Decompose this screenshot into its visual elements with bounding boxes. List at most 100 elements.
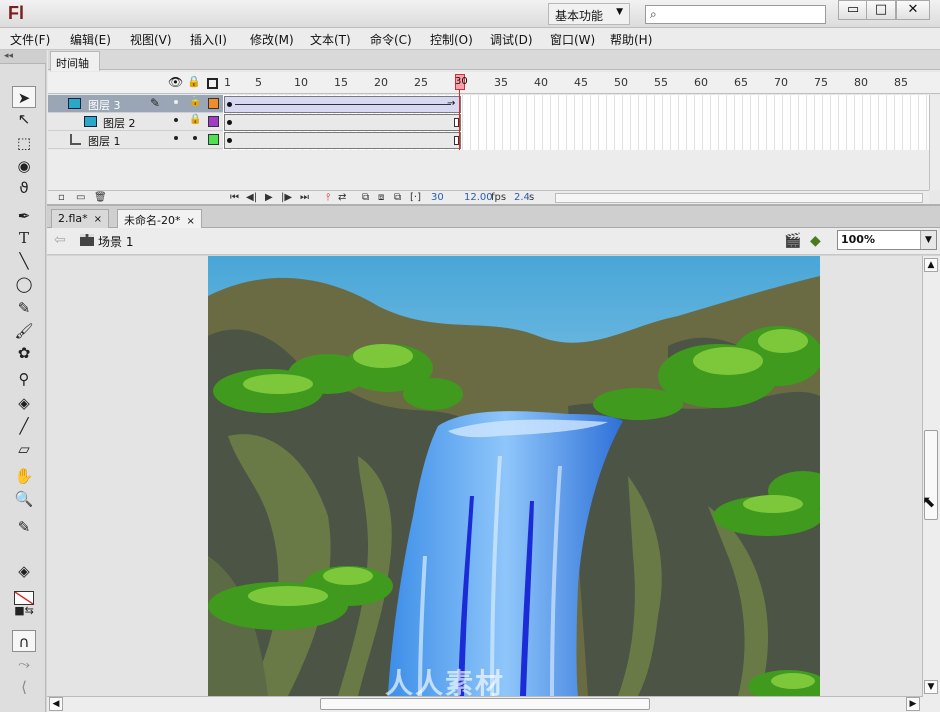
delete-layer-icon[interactable]: 🗑 — [94, 192, 107, 203]
bone-tool-icon[interactable]: ⚲ — [12, 368, 36, 390]
zoom-tool-icon[interactable]: 🔍 — [12, 488, 36, 510]
document-tab-active[interactable]: 未命名-20* × — [117, 209, 202, 228]
play-icon[interactable]: ▶ — [265, 192, 273, 203]
pen-tool-icon[interactable]: ✒ — [12, 205, 36, 227]
onion-outline-icon[interactable]: ⧈ — [378, 192, 384, 203]
layer-row[interactable]: 图层 3 ✎ 🔒 — [48, 95, 223, 113]
frame-number: 80 — [854, 76, 868, 89]
document-tab[interactable]: 2.fla* × — [51, 209, 110, 228]
swap-colors-icon[interactable]: ■⇆ — [12, 600, 36, 622]
edit-symbols-icon[interactable]: ◆ — [810, 233, 821, 249]
layer-color-swatch[interactable] — [208, 116, 219, 127]
eyedropper-tool-icon[interactable]: ╱ — [12, 415, 36, 437]
lock-icon[interactable]: 🔒 — [187, 75, 201, 88]
scroll-up-icon[interactable]: ▲ — [924, 258, 938, 272]
horizontal-scroll-thumb[interactable] — [320, 698, 650, 710]
frame-number: 70 — [774, 76, 788, 89]
fps-value[interactable]: 12.00 — [464, 192, 493, 203]
snap-magnet-icon[interactable]: ∩ — [12, 630, 36, 652]
loop-icon[interactable]: ⇄ — [338, 192, 346, 203]
minimize-button[interactable]: ▭ — [838, 0, 868, 20]
layer-name[interactable]: 图层 3 — [88, 97, 121, 113]
first-frame-icon[interactable]: ⏮ — [230, 192, 239, 203]
elapsed-time-value[interactable]: 2.4 — [514, 192, 530, 203]
close-tab-icon[interactable]: × — [94, 214, 102, 225]
pencil-tool-icon[interactable]: ✎ — [12, 297, 36, 319]
frame-span[interactable] — [224, 114, 461, 131]
timeline-horizontal-scrollbar[interactable] — [555, 193, 923, 203]
menu-help[interactable]: 帮助(H) — [610, 31, 652, 48]
edit-multiple-frames-icon[interactable]: ⧉ — [394, 192, 401, 203]
menu-view[interactable]: 视图(V) — [130, 31, 172, 48]
scene-breadcrumb[interactable]: 场景 1 — [98, 233, 133, 250]
menu-edit[interactable]: 编辑(E) — [70, 31, 111, 48]
zoom-select[interactable]: 100% ▼ — [837, 230, 937, 250]
tween-span[interactable]: → — [224, 96, 461, 113]
selection-tool-icon[interactable]: ➤ — [12, 86, 36, 108]
layer-color-swatch[interactable] — [208, 134, 219, 145]
menu-window[interactable]: 窗口(W) — [550, 31, 595, 48]
document-tabs: 2.fla* × 未命名-20* × — [47, 206, 940, 228]
text-tool-icon[interactable]: T — [12, 227, 36, 249]
layer-row[interactable]: 图层 1 — [48, 131, 223, 149]
scroll-left-icon[interactable]: ◀ — [49, 697, 63, 711]
hand-tool-icon[interactable]: ✋ — [12, 465, 36, 487]
subselection-tool-icon[interactable]: ↖ — [12, 108, 36, 130]
tab-timeline[interactable]: 时间轴 — [50, 51, 100, 71]
paint-bucket-tool-icon[interactable]: ◈ — [12, 392, 36, 414]
eraser-tool-icon[interactable]: ▱ — [12, 438, 36, 460]
menu-text[interactable]: 文本(T) — [310, 31, 351, 48]
close-tab-icon[interactable]: × — [186, 216, 194, 227]
panel-collapse-icon[interactable]: ◂◂ — [0, 50, 46, 64]
new-layer-icon[interactable]: ▫ — [58, 192, 65, 203]
current-frame-value[interactable]: 30 — [431, 192, 444, 203]
menu-insert[interactable]: 插入(I) — [190, 31, 227, 48]
smooth-icon[interactable]: ⤳ — [12, 653, 36, 675]
maximize-button[interactable]: □ — [866, 0, 896, 20]
menu-debug[interactable]: 调试(D) — [490, 31, 533, 48]
straighten-icon[interactable]: ⟨ — [12, 676, 36, 698]
layer-name[interactable]: 图层 2 — [103, 115, 136, 131]
mask-layer-icon — [70, 134, 81, 145]
outline-icon[interactable] — [207, 78, 218, 89]
menu-control[interactable]: 控制(O) — [430, 31, 473, 48]
scroll-right-icon[interactable]: ▶ — [906, 697, 920, 711]
frame-number: 45 — [574, 76, 588, 89]
close-button[interactable]: ✕ — [896, 0, 930, 20]
lock-icon[interactable]: 🔒 — [189, 114, 201, 125]
last-frame-icon[interactable]: ⏭ — [300, 192, 309, 203]
workspace-switcher[interactable]: 基本功能 ▼ — [548, 3, 630, 25]
frame-number: 15 — [334, 76, 348, 89]
lock-icon[interactable]: 🔒 — [189, 96, 201, 107]
layer-color-swatch[interactable] — [208, 98, 219, 109]
step-forward-icon[interactable]: |▶ — [281, 192, 292, 203]
onion-skin-icon[interactable]: ⧉ — [362, 192, 369, 203]
stage-canvas[interactable] — [208, 256, 820, 696]
help-search-input[interactable]: ⌕ — [645, 5, 826, 24]
new-folder-icon[interactable]: ▭ — [76, 192, 85, 203]
menu-modify[interactable]: 修改(M) — [250, 31, 294, 48]
frame-number: 25 — [414, 76, 428, 89]
menu-file[interactable]: 文件(F) — [10, 31, 50, 48]
line-tool-icon[interactable]: ╲ — [12, 250, 36, 272]
layer-row[interactable]: 图层 2 🔒 — [48, 113, 223, 131]
playhead[interactable]: 30 — [455, 74, 468, 90]
deco-tool-icon[interactable]: ✿ — [12, 342, 36, 364]
timeline-vertical-scrollbar[interactable] — [929, 95, 940, 190]
lasso-tool-icon[interactable]: ϑ — [12, 177, 36, 199]
edit-scene-icon[interactable]: 🎬 — [784, 233, 801, 249]
eye-icon[interactable]: 👁 — [168, 75, 183, 89]
center-frame-icon[interactable]: ⫯ — [326, 192, 330, 203]
step-back-icon[interactable]: ◀| — [246, 192, 257, 203]
oval-tool-icon[interactable]: ◯ — [12, 273, 36, 295]
menu-commands[interactable]: 命令(C) — [370, 31, 412, 48]
scroll-down-icon[interactable]: ▼ — [924, 680, 938, 694]
free-transform-tool-icon[interactable]: ⬚ — [12, 132, 36, 154]
layer-name[interactable]: 图层 1 — [88, 133, 121, 149]
back-arrow-icon[interactable]: ⇦ — [54, 232, 66, 248]
onion-markers-icon[interactable]: [·] — [410, 192, 421, 203]
scene-clapper-icon — [80, 234, 94, 246]
brush-tool-icon[interactable]: 🖌 — [12, 320, 36, 342]
frame-span[interactable] — [224, 132, 461, 149]
3d-rotation-tool-icon[interactable]: ◉ — [12, 155, 36, 177]
